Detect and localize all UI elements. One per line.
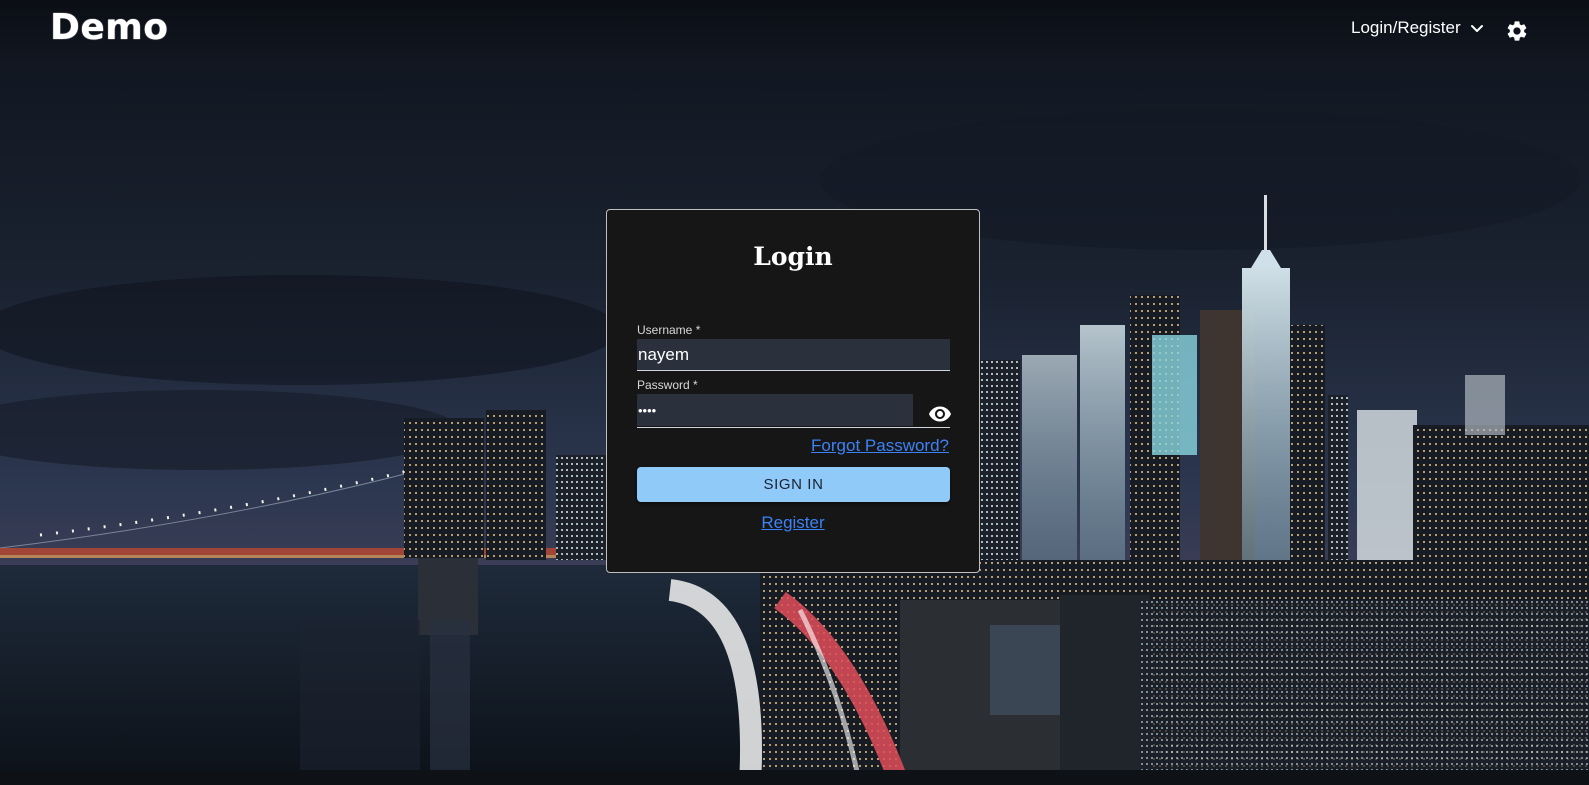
register-link[interactable]: Register bbox=[761, 513, 824, 532]
login-page: Demo Login/Register Login Username * Pas… bbox=[0, 0, 1589, 785]
sign-in-button[interactable]: SIGN IN bbox=[637, 467, 950, 502]
login-card: Login Username * Password * Forgot Passw… bbox=[606, 209, 980, 573]
top-app-bar: Demo Login/Register bbox=[0, 0, 1589, 62]
chevron-down-icon bbox=[1470, 25, 1483, 32]
username-label: Username * bbox=[637, 323, 701, 337]
username-field[interactable] bbox=[637, 339, 950, 371]
forgot-password-link[interactable]: Forgot Password? bbox=[811, 436, 949, 456]
login-register-label: Login/Register bbox=[1351, 18, 1461, 37]
eye-icon[interactable] bbox=[928, 402, 952, 426]
gear-icon[interactable] bbox=[1505, 19, 1529, 43]
login-title: Login bbox=[753, 242, 833, 271]
login-register-menu[interactable]: Login/Register bbox=[1351, 18, 1485, 38]
brand-logo[interactable]: Demo bbox=[50, 7, 169, 48]
password-label: Password * bbox=[637, 378, 698, 392]
register-link-container: Register bbox=[607, 513, 979, 533]
password-field-underline bbox=[637, 427, 950, 428]
password-field[interactable] bbox=[637, 394, 913, 426]
